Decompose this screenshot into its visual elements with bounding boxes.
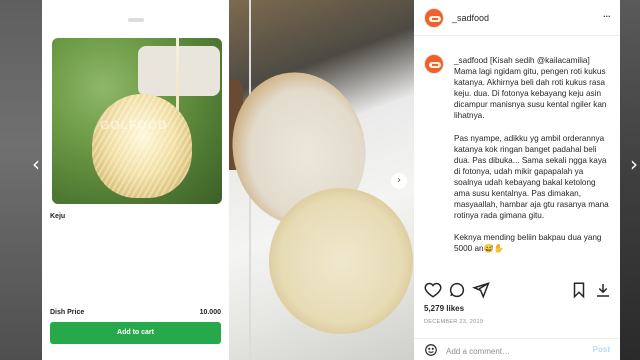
bread-photo [218, 0, 414, 360]
post-comment-button[interactable]: Post [593, 345, 610, 354]
share-icon[interactable] [472, 281, 490, 299]
add-to-cart-button[interactable]: Add to cart [50, 322, 221, 344]
post-date: DECEMBER 23, 2019 [424, 319, 484, 325]
cheese-topping [92, 94, 192, 198]
caption-paragraph-1: [Kisah sedih @kailacamilia] Mama lagi ng… [454, 56, 607, 121]
more-options-icon[interactable]: ··· [603, 10, 611, 23]
caption-paragraph-2: Pas nyampe, adikku yg ambil orderannya k… [454, 133, 609, 221]
backdrop-left [0, 0, 42, 360]
caption-paragraph-3: Keknya mending beliin bakpau dua yang 50… [454, 233, 602, 254]
phone-screenshot: GOLFOOD Keju Dish Price 10.000 Add to ca… [42, 0, 229, 360]
avatar[interactable] [424, 8, 444, 28]
photo-watermark: GOLFOOD [100, 118, 168, 132]
download-icon[interactable] [594, 281, 612, 299]
dish-price-value: 10.000 [199, 309, 221, 316]
dish-name: Keju [50, 213, 66, 220]
bun-bottom-half [269, 188, 413, 334]
dish-photo: GOLFOOD [52, 38, 222, 204]
like-count[interactable]: 5,279 likes [424, 304, 464, 313]
post-media: GOLFOOD Keju Dish Price 10.000 Add to ca… [42, 0, 414, 360]
backdrop-right [620, 0, 640, 360]
next-post-arrow-icon[interactable]: › [626, 152, 640, 176]
post-actions [414, 278, 620, 302]
heart-icon[interactable] [424, 281, 442, 299]
caption-username[interactable]: _sadfood [454, 56, 488, 65]
bowl [138, 46, 220, 96]
carousel-next-icon[interactable]: › [391, 173, 407, 189]
post-header: _sadfood ··· [414, 0, 620, 36]
post-caption: _sadfood [Kisah sedih @kailacamilia] Mam… [454, 55, 612, 255]
sheet-handle [128, 18, 144, 22]
comment-input[interactable] [446, 344, 586, 358]
caption-avatar[interactable] [424, 54, 444, 74]
dish-price-label: Dish Price [50, 309, 85, 316]
milk-drizzle [176, 38, 179, 118]
comment-icon[interactable] [448, 281, 466, 299]
header-username[interactable]: _sadfood [452, 13, 489, 23]
emoji-icon[interactable] [424, 343, 438, 357]
post-side-panel: _sadfood ··· _sadfood [Kisah sedih @kail… [414, 0, 620, 360]
bookmark-icon[interactable] [570, 281, 588, 299]
comment-bar: Post [414, 338, 620, 360]
